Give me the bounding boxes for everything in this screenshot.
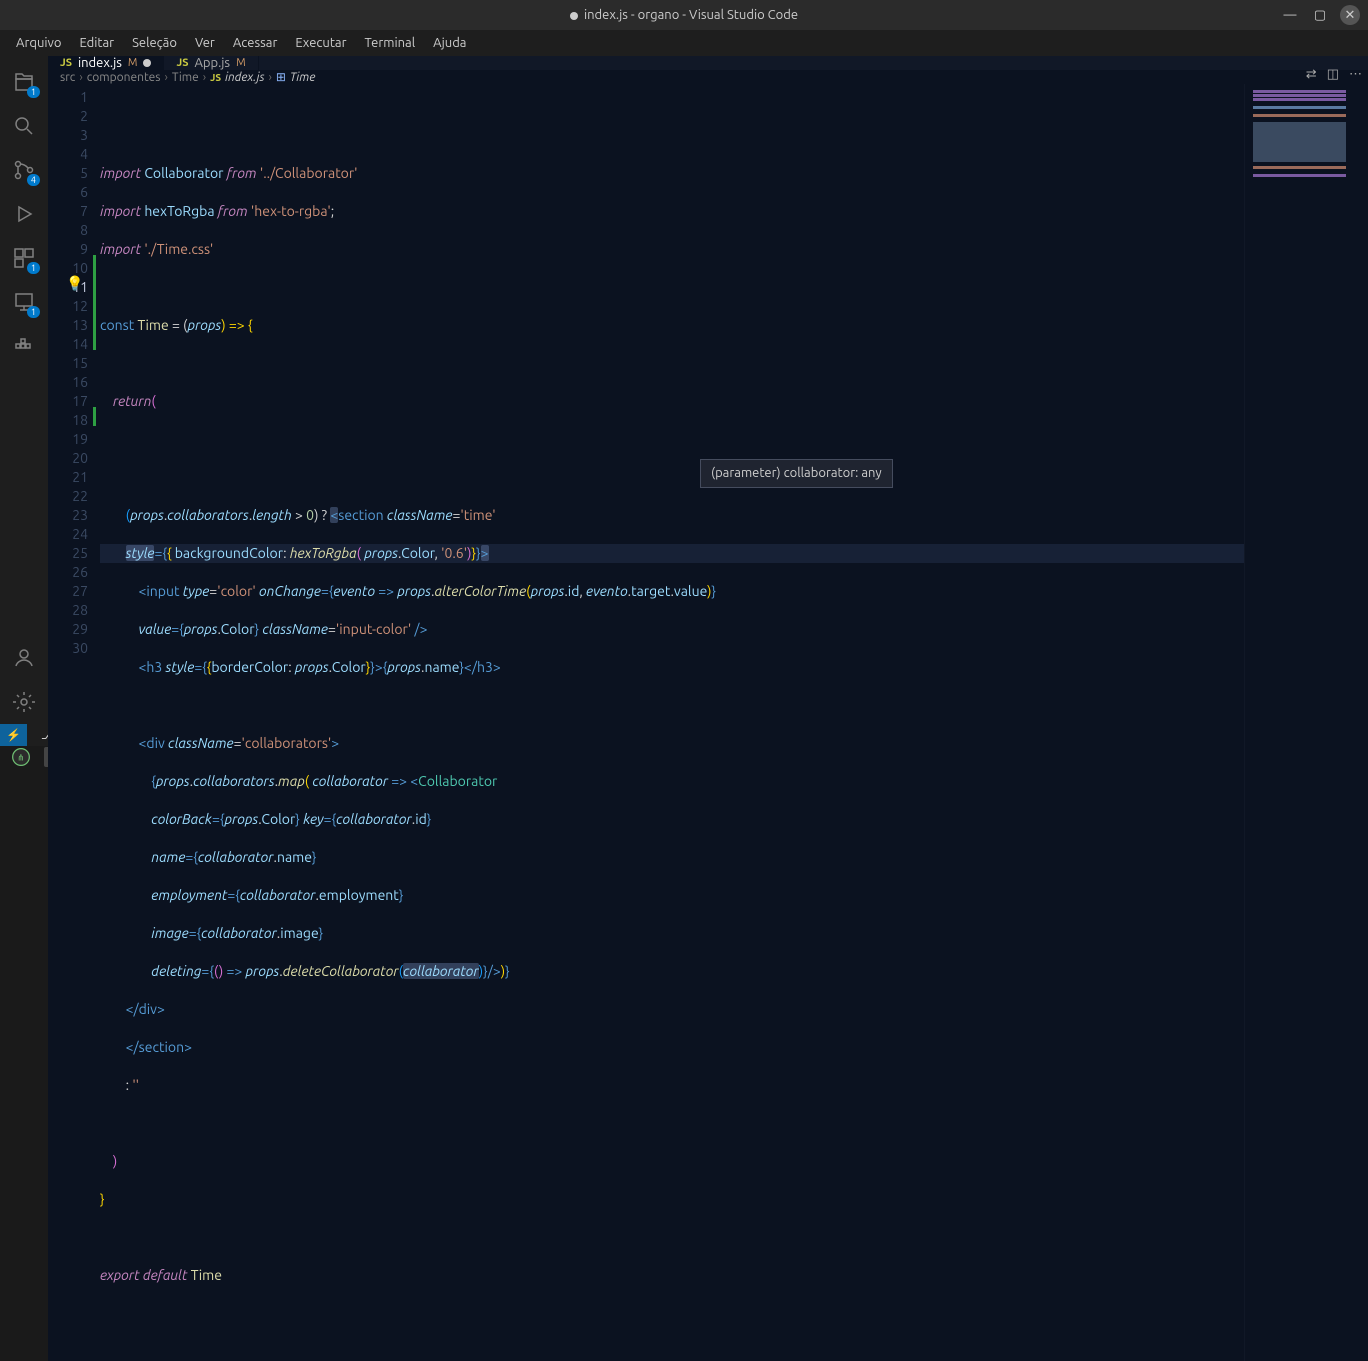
code-content[interactable]: 💡 import Collaborator from '../Collabora… <box>100 84 1244 1361</box>
extensions-icon[interactable]: 1 <box>0 236 48 280</box>
remote-explorer-icon[interactable]: 1 <box>0 280 48 324</box>
menu-arquivo[interactable]: Arquivo <box>8 33 69 53</box>
editor-area: JS index.js M JS App.js M ⇄ ◫ ⋯ src› com… <box>48 56 1368 724</box>
menu-acessar[interactable]: Acessar <box>225 33 286 53</box>
js-file-icon: JS <box>210 72 221 83</box>
unsaved-dot-icon <box>143 59 151 67</box>
maximize-button[interactable]: ▢ <box>1310 5 1330 25</box>
debug-badge: 1 <box>27 306 40 318</box>
menu-selecao[interactable]: Seleção <box>124 33 185 53</box>
minimap[interactable] <box>1244 84 1354 1361</box>
more-actions-icon[interactable]: ⋯ <box>1349 67 1362 82</box>
remote-indicator[interactable]: ⚡ <box>0 724 27 746</box>
js-file-icon: JS <box>60 57 72 69</box>
run-debug-icon[interactable] <box>0 192 48 236</box>
git-modified-flag: M <box>236 57 246 69</box>
menu-terminal[interactable]: Terminal <box>357 33 424 53</box>
titlebar: index.js - organo - Visual Studio Code —… <box>0 0 1368 30</box>
menu-editar[interactable]: Editar <box>71 33 122 53</box>
menu-ver[interactable]: Ver <box>187 33 223 53</box>
lightbulb-icon[interactable]: 💡 <box>66 274 83 293</box>
minimize-button[interactable]: — <box>1280 5 1300 25</box>
vertical-scrollbar[interactable] <box>1354 84 1368 1361</box>
git-modified-flag: M <box>128 57 138 69</box>
start-menu-button[interactable]: ⋔ <box>4 747 38 767</box>
activitybar: 1 4 1 1 <box>0 56 48 724</box>
close-button[interactable]: ✕ <box>1340 5 1360 25</box>
scm-badge: 4 <box>27 174 40 186</box>
menu-executar[interactable]: Executar <box>287 33 354 53</box>
tab-index-js[interactable]: JS index.js M <box>48 56 164 70</box>
modified-dot-icon <box>570 12 578 20</box>
account-icon[interactable] <box>0 636 48 680</box>
ext-badge: 1 <box>27 262 40 274</box>
tab-label: App.js <box>194 56 230 70</box>
tab-label: index.js <box>78 56 122 70</box>
menubar: Arquivo Editar Seleção Ver Acessar Execu… <box>0 30 1368 56</box>
explorer-icon[interactable]: 1 <box>0 60 48 104</box>
tab-app-js[interactable]: JS App.js M <box>164 56 258 70</box>
settings-gear-icon[interactable] <box>0 680 48 724</box>
hover-tooltip: (parameter) collaborator: any <box>700 459 893 488</box>
docker-icon[interactable] <box>0 324 48 368</box>
compare-changes-icon[interactable]: ⇄ <box>1306 67 1317 82</box>
window-title: index.js - organo - Visual Studio Code <box>570 8 798 22</box>
explorer-badge: 1 <box>27 86 40 98</box>
search-icon[interactable] <box>0 104 48 148</box>
split-editor-icon[interactable]: ◫ <box>1327 67 1339 82</box>
code-editor[interactable]: 12345 678910 1112131415 1617181920 21222… <box>48 84 1368 1361</box>
source-control-icon[interactable]: 4 <box>0 148 48 192</box>
editor-tabs: JS index.js M JS App.js M ⇄ ◫ ⋯ <box>48 56 1368 70</box>
menu-ajuda[interactable]: Ajuda <box>425 33 474 53</box>
svg-text:⋔: ⋔ <box>17 751 25 762</box>
breadcrumb[interactable]: src› componentes› Time› JS index.js› ⊞ T… <box>48 70 1368 84</box>
js-file-icon: JS <box>176 57 188 69</box>
